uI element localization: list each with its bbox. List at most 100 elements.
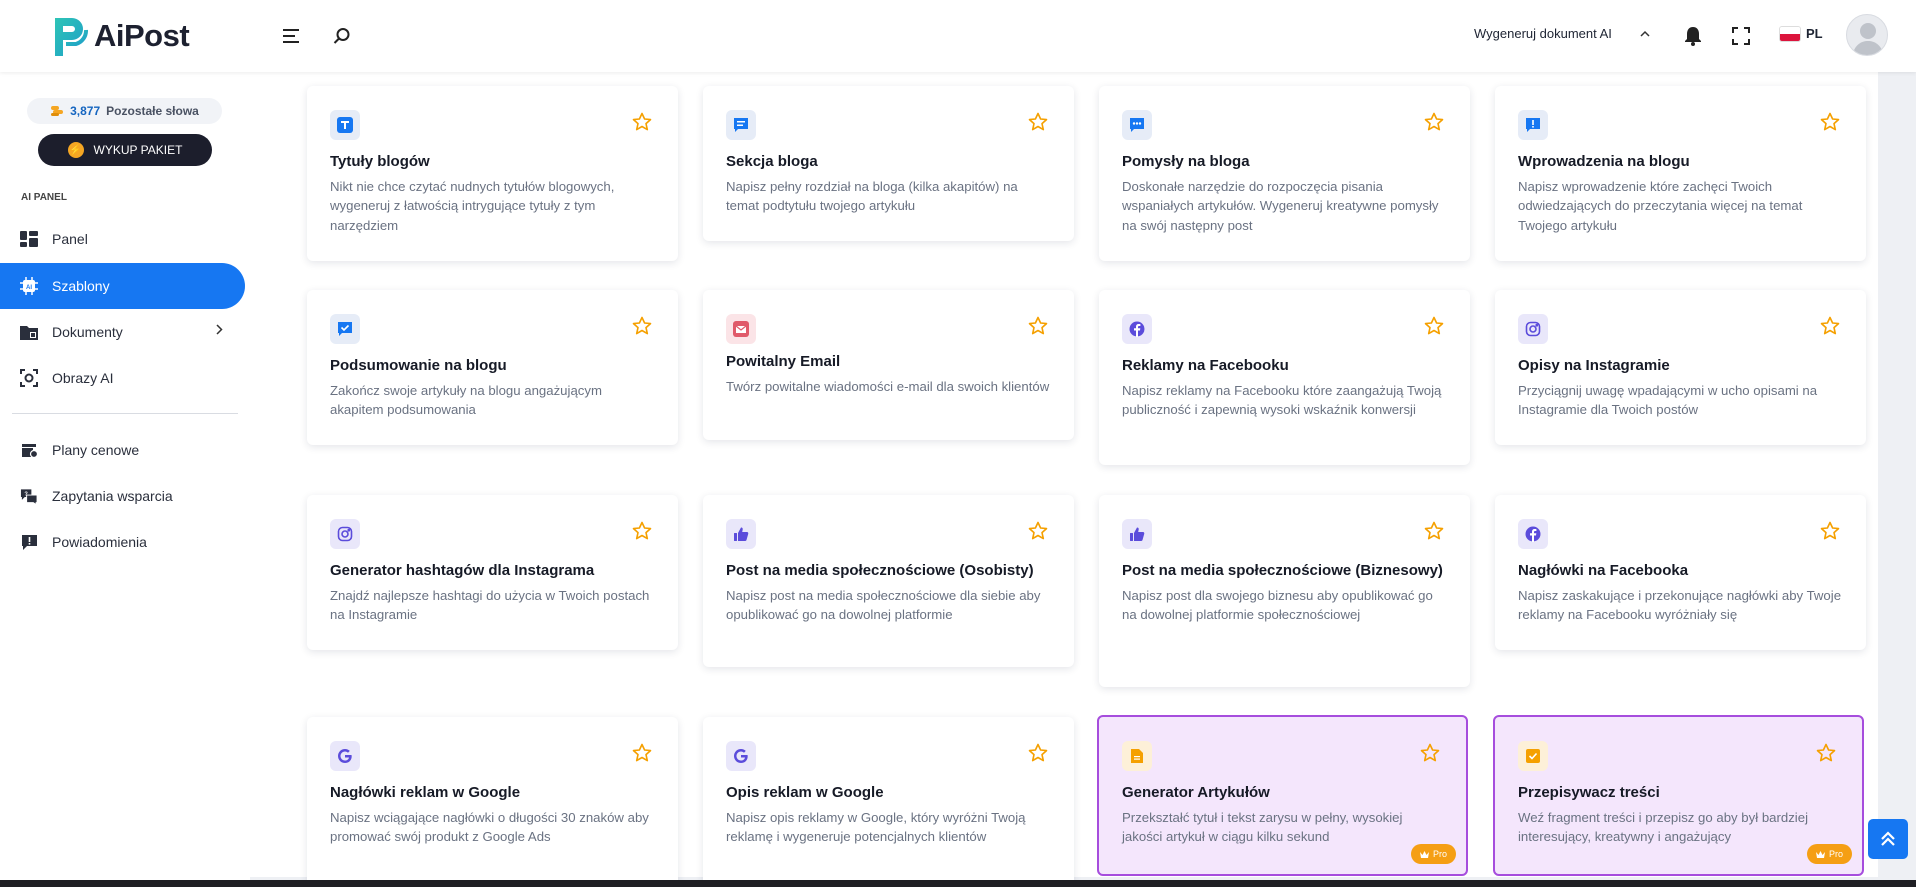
template-card-social-post-personal[interactable]: Post na media społecznościowe (Osobisty)… — [703, 495, 1074, 667]
instagram-icon — [330, 519, 360, 549]
template-card-facebook-headlines[interactable]: Nagłówki na Facebooka Napisz zaskakujące… — [1495, 495, 1866, 650]
sidebar-item-panel[interactable]: Panel — [0, 216, 245, 262]
template-title: Opis reklam w Google — [726, 784, 884, 801]
svg-text:AI: AI — [26, 285, 32, 291]
template-description: Znajdź najlepsze hashtagi do użycia w Tw… — [330, 587, 650, 623]
favorite-star-icon[interactable] — [1424, 316, 1444, 336]
crown-icon — [1815, 850, 1825, 858]
sidebar-item-label: Plany cenowe — [52, 442, 140, 458]
main-content: Tytuły blogów Nikt nie chce czytać nudny… — [250, 72, 1916, 887]
google-icon — [330, 741, 360, 771]
app-logo[interactable]: AiPost — [52, 14, 190, 58]
template-description: Przekształć tytuł i tekst zarysu w pełny… — [1122, 809, 1403, 845]
template-card-google-ads-description[interactable]: Opis reklam w Google Napisz opis reklamy… — [703, 717, 1074, 887]
template-description: Zakończ swoje artykuły na blogu angażują… — [330, 382, 602, 418]
poland-flag-icon — [1780, 26, 1800, 41]
template-description: Twórz powitalne wiadomości e-mail dla sw… — [726, 378, 1050, 394]
generate-document-dropdown[interactable]: Wygeneruj dokument AI — [1474, 26, 1650, 41]
chevron-up-icon — [1640, 30, 1650, 37]
template-description: Napisz zaskakujące i przekonujące nagłów… — [1518, 587, 1842, 623]
crown-icon — [1419, 850, 1429, 858]
template-description: Napisz post dla swojego biznesu aby opub… — [1122, 587, 1433, 623]
thumbs-up-icon — [1122, 519, 1152, 549]
language-selector[interactable]: PL — [1780, 26, 1823, 41]
favorite-star-icon[interactable] — [632, 521, 652, 541]
template-card-blog-section[interactable]: Sekcja bloga Napisz pełny rozdział na bl… — [703, 86, 1074, 241]
template-description: Napisz post na media społecznościowe dla… — [726, 587, 1041, 623]
sidebar-divider — [12, 413, 238, 414]
template-card-facebook-ads[interactable]: Reklamy na Facebooku Napisz reklamy na F… — [1099, 290, 1470, 465]
sidebar-item-label: Obrazy AI — [52, 370, 114, 386]
template-card-instagram-captions[interactable]: Opisy na Instagramie Przyciągnij uwagę w… — [1495, 290, 1866, 445]
check-message-icon — [330, 314, 360, 344]
user-avatar[interactable] — [1846, 14, 1888, 56]
template-title: Post na media społecznościowe (Osobisty) — [726, 562, 1034, 579]
favorite-star-icon[interactable] — [632, 112, 652, 132]
google-icon — [726, 741, 756, 771]
fullscreen-icon[interactable] — [1729, 24, 1753, 48]
sidebar-item-label: Szablony — [52, 278, 110, 294]
bottom-edge-strip — [0, 880, 1916, 887]
chevron-right-icon — [216, 324, 223, 335]
templates-panel: Tytuły blogów Nikt nie chce czytać nudny… — [250, 72, 1878, 887]
app-name: AiPost — [94, 18, 190, 53]
sidebar-item-ai-images[interactable]: Obrazy AI — [0, 355, 245, 401]
pro-label: Pro — [1828, 849, 1843, 859]
template-card-social-post-business[interactable]: Post na media społecznościowe (Biznesowy… — [1099, 495, 1470, 687]
remaining-words-count: 3,877 — [70, 104, 101, 118]
template-description: Napisz pełny rozdział na bloga (kilka ak… — [726, 178, 1018, 214]
sidebar: 3,877 Pozostałe słowa ⚡ WYKUP PAKIET AI … — [0, 72, 250, 887]
favorite-star-icon[interactable] — [1028, 521, 1048, 541]
favorite-star-icon[interactable] — [1816, 743, 1836, 763]
template-description: Nikt nie chce czytać nudnych tytułów blo… — [330, 178, 615, 233]
template-title: Nagłówki reklam w Google — [330, 784, 521, 801]
sidebar-item-documents[interactable]: Dokumenty — [0, 309, 245, 355]
alert-message-icon — [1518, 110, 1548, 140]
aipost-logo-icon — [55, 18, 88, 56]
favorite-star-icon[interactable] — [1028, 743, 1048, 763]
favorite-star-icon[interactable] — [1424, 521, 1444, 541]
template-card-content-rewriter[interactable]: Przepisywacz treści Weź fragment treści … — [1493, 715, 1864, 876]
template-description: Napisz reklamy na Facebooku które zaanga… — [1122, 382, 1442, 418]
favorite-star-icon[interactable] — [1424, 112, 1444, 132]
pro-label: Pro — [1432, 849, 1447, 859]
template-card-article-generator[interactable]: Generator Artykułów Przekształć tytuł i … — [1097, 715, 1468, 876]
menu-toggle-icon[interactable] — [279, 24, 303, 48]
template-card-blog-summary[interactable]: Podsumowanie na blogu Zakończ swoje arty… — [307, 290, 678, 445]
template-card-welcome-email[interactable]: Powitalny Email Twórz powitalne wiadomoś… — [703, 290, 1074, 440]
sidebar-item-templates[interactable]: AI Szablony — [0, 263, 245, 309]
template-description: Napisz opis reklamy w Google, który wyró… — [726, 809, 1026, 845]
template-title: Wprowadzenia na blogu — [1518, 153, 1690, 170]
sidebar-item-label: Zapytania wsparcia — [52, 488, 173, 504]
document-icon — [1122, 741, 1152, 771]
template-description: Doskonałe narzędzie do rozpoczęcia pisan… — [1122, 178, 1439, 233]
buy-package-button[interactable]: ⚡ WYKUP PAKIET — [38, 134, 212, 166]
lightning-icon: ⚡ — [67, 142, 84, 158]
search-icon[interactable] — [330, 24, 354, 48]
template-card-instagram-hashtags[interactable]: Generator hashtagów dla Instagrama Znajd… — [307, 495, 678, 650]
template-card-blog-ideas[interactable]: Pomysły na bloga Doskonałe narzędzie do … — [1099, 86, 1470, 261]
double-chevron-up-icon — [1881, 831, 1895, 846]
sidebar-item-label: Panel — [52, 231, 88, 247]
scroll-to-top-button[interactable] — [1868, 819, 1908, 859]
template-card-blog-intros[interactable]: Wprowadzenia na blogu Napisz wprowadzeni… — [1495, 86, 1866, 261]
text-t-icon — [330, 110, 360, 140]
sidebar-section-title: AI PANEL — [21, 192, 67, 203]
template-card-google-ads-headlines[interactable]: Nagłówki reklam w Google Napisz wciągają… — [307, 717, 678, 887]
favorite-star-icon[interactable] — [1820, 316, 1840, 336]
favorite-star-icon[interactable] — [1820, 112, 1840, 132]
favorite-star-icon[interactable] — [632, 316, 652, 336]
sidebar-item-notifications[interactable]: Powiadomienia — [0, 519, 245, 565]
remaining-words-label: Pozostałe słowa — [106, 104, 199, 118]
favorite-star-icon[interactable] — [632, 743, 652, 763]
favorite-star-icon[interactable] — [1028, 316, 1048, 336]
favorite-star-icon[interactable] — [1028, 112, 1048, 132]
favorite-star-icon[interactable] — [1420, 743, 1440, 763]
bell-icon[interactable] — [1681, 24, 1705, 48]
favorite-star-icon[interactable] — [1820, 521, 1840, 541]
template-card-blog-titles[interactable]: Tytuły blogów Nikt nie chce czytać nudny… — [307, 86, 678, 261]
sidebar-item-pricing-plans[interactable]: Plany cenowe — [0, 427, 245, 473]
sidebar-item-label: Powiadomienia — [52, 534, 147, 550]
chat-dots-icon — [1122, 110, 1152, 140]
sidebar-item-support-requests[interactable]: ? Zapytania wsparcia — [0, 473, 245, 519]
